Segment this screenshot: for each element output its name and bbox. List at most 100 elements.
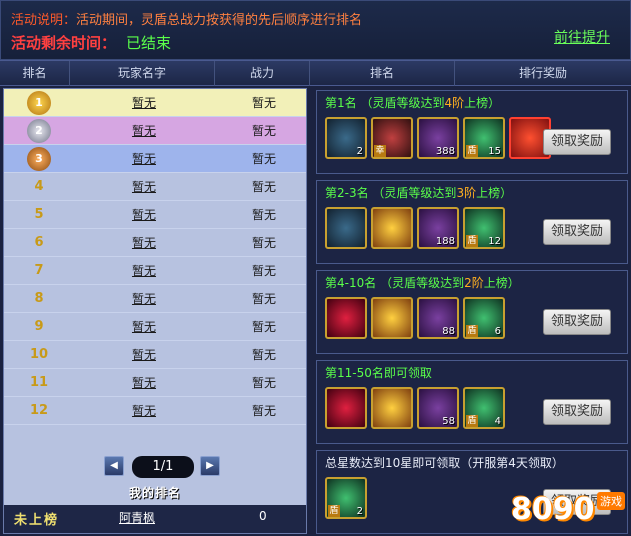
iron-ore-icon[interactable]: 88 <box>417 297 459 339</box>
character-portrait-icon[interactable]: 幸 <box>371 117 413 159</box>
player-name[interactable]: 暂无 <box>114 229 174 257</box>
red-gem-icon[interactable] <box>325 387 367 429</box>
reward-tier-level: 2阶 <box>464 276 484 290</box>
item-count: 58 <box>442 416 455 427</box>
player-power: 暂无 <box>251 292 276 306</box>
claim-reward-button[interactable]: 领取奖励 <box>543 399 611 425</box>
player-name[interactable]: 暂无 <box>114 313 174 341</box>
reward-tier-4: 第11-50名即可领取 58 盾4 领取奖励 <box>316 360 628 444</box>
player-name[interactable]: 暂无 <box>114 117 174 145</box>
reward-tier-title: 第11-50名即可领取 <box>325 364 432 381</box>
header-rank: 排名 <box>0 61 70 86</box>
player-name[interactable]: 暂无 <box>114 369 174 397</box>
reward-tier-rank: 第11-50名 <box>325 366 384 380</box>
player-name[interactable]: 暂无 <box>114 257 174 285</box>
prev-page-button[interactable]: ◀ <box>104 456 124 476</box>
item-count: 388 <box>435 146 455 157</box>
treasure-chest-icon[interactable] <box>325 207 367 249</box>
claim-reward-button[interactable]: 领取奖励 <box>543 219 611 245</box>
item-count: 2 <box>356 146 363 157</box>
next-page-button[interactable]: ▶ <box>200 456 220 476</box>
item-count: 88 <box>442 326 455 337</box>
green-gem-icon[interactable]: 盾 15 <box>463 117 505 159</box>
player-power: 暂无 <box>251 320 276 334</box>
green-gem-icon[interactable]: 盾4 <box>463 387 505 429</box>
player-power: 暂无 <box>251 404 276 418</box>
player-name[interactable]: 暂无 <box>114 145 174 173</box>
red-triangle-gem-icon[interactable] <box>325 297 367 339</box>
reward-tier-title: 第1名 （灵盾等级达到4阶上榜） <box>325 94 500 111</box>
iron-ore-icon[interactable]: 58 <box>417 387 459 429</box>
page-indicator: 1/1 <box>132 456 194 478</box>
treasure-chest-icon[interactable]: 2 <box>325 117 367 159</box>
item-tag: 幸 <box>374 145 386 157</box>
player-name[interactable]: 暂无 <box>114 285 174 313</box>
reward-tier-suffix: 上榜） <box>483 276 520 290</box>
player-name[interactable]: 暂无 <box>114 201 174 229</box>
player-name[interactable]: 暂无 <box>114 89 174 117</box>
reward-tier-condition: （灵盾等级达到 <box>368 186 457 200</box>
player-power: 暂无 <box>251 96 276 110</box>
table-row: 7 暂无 暂无 <box>4 257 306 285</box>
golden-orb-icon[interactable] <box>371 387 413 429</box>
reward-tier-level: 4阶 <box>444 96 465 110</box>
reward-tier-1: 第1名 （灵盾等级达到4阶上榜） 2 幸 388 盾 15 领取奖励 <box>316 90 628 174</box>
header-rank-reward: 排行奖励 <box>518 66 567 80</box>
item-count: 12 <box>488 236 501 247</box>
item-tag: 盾 <box>466 325 478 337</box>
item-count: 188 <box>435 236 455 247</box>
reward-tier-2: 第2-3名 （灵盾等级达到3阶上榜） 188 盾 12 领取奖励 <box>316 180 628 264</box>
my-rank-row: 未上榜 阿青枫 0 <box>4 505 306 533</box>
my-rank-label: 我的排名 <box>128 486 181 500</box>
reward-tier-title: 第4-10名 （灵盾等级达到2阶上榜） <box>325 274 520 291</box>
rank-number: 10 <box>29 347 49 362</box>
table-row: 5 暂无 暂无 <box>4 201 306 229</box>
item-tag: 盾 <box>466 235 478 247</box>
remaining-time-value: 已结束 <box>126 34 172 52</box>
reward-tier-title: 总星数达到10星即可领取（开服第4天领取） <box>325 454 564 471</box>
player-power: 暂无 <box>251 208 276 222</box>
my-player-name[interactable]: 阿青枫 <box>119 509 155 526</box>
reward-tier-suffix: 上榜） <box>476 186 513 200</box>
rank-number: 6 <box>34 235 44 250</box>
green-gem-icon[interactable]: 盾 12 <box>463 207 505 249</box>
item-count: 2 <box>356 506 363 517</box>
claim-reward-button[interactable]: 领取奖励 <box>543 129 611 155</box>
golden-orb-icon[interactable] <box>371 297 413 339</box>
green-gem-icon[interactable]: 盾2 <box>325 477 367 519</box>
reward-tier-condition: （灵盾等级达到 <box>376 276 465 290</box>
iron-ore-icon[interactable]: 188 <box>417 207 459 249</box>
remaining-time: 活动剩余时间： 已结束 <box>11 32 171 53</box>
rank-number: 7 <box>34 263 44 278</box>
table-row: 6 暂无 暂无 <box>4 229 306 257</box>
iron-ore-icon[interactable]: 388 <box>417 117 459 159</box>
golden-orb-icon[interactable] <box>371 207 413 249</box>
player-name[interactable]: 暂无 <box>114 341 174 369</box>
player-power: 暂无 <box>251 236 276 250</box>
player-power: 暂无 <box>251 152 276 166</box>
goto-upgrade-link[interactable]: 前往提升 <box>554 27 610 47</box>
player-power: 暂无 <box>251 264 276 278</box>
silver-medal-icon: 2 <box>27 119 51 143</box>
reward-tier-3: 第4-10名 （灵盾等级达到2阶上榜） 88 盾6 领取奖励 <box>316 270 628 354</box>
event-description: 活动说明：活动期间，灵盾总战力按获得的先后顺序进行排名 <box>11 9 362 28</box>
table-row: 3 暂无 暂无 <box>4 145 306 173</box>
table-row: 11 暂无 暂无 <box>4 369 306 397</box>
reward-tier-rank: 第1名 <box>325 96 357 110</box>
claim-reward-button[interactable]: 领取奖励 <box>543 309 611 335</box>
player-name[interactable]: 暂无 <box>114 397 174 425</box>
reward-tier-rank: 第4-10名 <box>325 276 377 290</box>
rank-number: 4 <box>34 179 44 194</box>
green-gem-icon[interactable]: 盾6 <box>463 297 505 339</box>
rank-number: 5 <box>34 207 44 222</box>
reward-list: 第1名 （灵盾等级达到4阶上榜） 2 幸 388 盾 15 领取奖励 第2-3名 … <box>314 88 631 536</box>
header-power: 战力 <box>215 61 310 86</box>
player-name[interactable]: 暂无 <box>114 173 174 201</box>
item-tag: 盾 <box>466 145 478 157</box>
item-count: 6 <box>494 326 501 337</box>
event-info-bar: 活动说明：活动期间，灵盾总战力按获得的先后顺序进行排名 活动剩余时间： 已结束 前… <box>0 0 631 60</box>
header-player-name: 玩家名字 <box>70 61 215 86</box>
watermark-sub: 游戏 <box>597 492 625 510</box>
table-row: 4 暂无 暂无 <box>4 173 306 201</box>
rank-number: 12 <box>29 403 49 418</box>
